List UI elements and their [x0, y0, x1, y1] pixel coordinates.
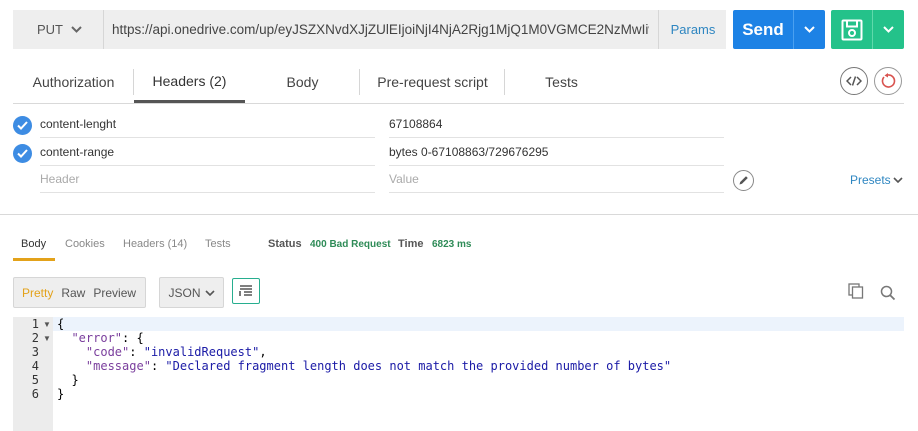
status-value: 400 Bad Request: [310, 239, 391, 250]
response-format-group: Pretty Raw Preview: [13, 277, 146, 308]
code-token: ,: [259, 345, 267, 359]
language-select[interactable]: JSON: [159, 277, 224, 308]
tab-headers[interactable]: Headers (2): [134, 61, 245, 103]
code-key: "message": [85, 359, 151, 373]
line-number: 6: [31, 387, 39, 401]
wrap-lines-button[interactable]: [232, 278, 260, 304]
presets-dropdown[interactable]: Presets: [850, 173, 903, 187]
active-line-highlight: [53, 317, 904, 331]
response-tab-body-indicator: [13, 258, 55, 261]
bulk-edit-button[interactable]: [733, 170, 754, 191]
line-number: 2: [31, 331, 39, 345]
chevron-down-icon: [883, 26, 894, 33]
format-preview-button[interactable]: Preview: [85, 286, 136, 300]
url-field[interactable]: https://api.onedrive.com/up/eyJSZXNvdXJj…: [103, 10, 726, 49]
code-line: "error": {: [57, 331, 144, 345]
params-button[interactable]: Params: [658, 10, 727, 49]
header-value-input[interactable]: 67108864: [389, 111, 724, 138]
code-line: {: [57, 317, 64, 331]
new-header-value-input[interactable]: Value: [389, 166, 724, 193]
fold-arrow-icon[interactable]: ▼: [43, 334, 51, 343]
reset-button[interactable]: [874, 67, 902, 95]
language-label: JSON: [168, 285, 201, 300]
time-label: Time: [398, 238, 424, 250]
line-number: 5: [31, 373, 39, 387]
method-select[interactable]: PUT: [13, 10, 103, 49]
section-divider: [0, 214, 918, 215]
response-tab-tests[interactable]: Tests: [205, 238, 231, 250]
code-key: "error": [71, 331, 123, 345]
check-icon: [17, 149, 28, 158]
tab-authorization[interactable]: Authorization: [13, 61, 134, 103]
header-value-input[interactable]: bytes 0-67108863/729676295: [389, 139, 724, 166]
tab-tests[interactable]: Tests: [505, 61, 618, 103]
generate-code-button[interactable]: [840, 67, 868, 95]
chevron-down-icon: [71, 26, 82, 33]
new-header-row: Header Value: [13, 166, 904, 194]
header-row: content-range bytes 0-67108863/729676295: [13, 139, 904, 167]
header-row: content-lenght 67108864: [13, 111, 904, 139]
check-icon: [17, 121, 28, 130]
tab-body[interactable]: Body: [245, 61, 360, 103]
format-raw-button[interactable]: Raw: [53, 286, 85, 300]
header-key-input[interactable]: content-range: [40, 139, 375, 166]
response-tab-headers[interactable]: Headers (14): [123, 238, 187, 250]
code-token: }: [57, 387, 65, 401]
code-string: "invalidRequest": [143, 345, 260, 359]
header-enabled-checkbox[interactable]: [13, 144, 32, 163]
code-line: "code": "invalidRequest",: [57, 345, 267, 359]
line-number: 3: [31, 345, 39, 359]
header-enabled-checkbox[interactable]: [13, 116, 32, 135]
method-label: PUT: [37, 22, 63, 37]
presets-label: Presets: [850, 173, 891, 187]
header-key-input[interactable]: content-lenght: [40, 111, 375, 138]
status-label: Status: [268, 238, 302, 250]
response-tab-body[interactable]: Body: [21, 238, 46, 250]
send-button[interactable]: Send: [733, 10, 825, 49]
code-token: {: [57, 317, 65, 331]
save-button[interactable]: [831, 10, 904, 49]
fold-arrow-icon[interactable]: ▼: [43, 320, 51, 329]
chevron-down-icon: [204, 289, 215, 296]
code-line: }: [57, 373, 79, 387]
code-token: :: [150, 359, 166, 373]
save-icon: [831, 10, 872, 49]
code-string: "Declared fragment length does not match…: [165, 359, 672, 373]
save-dropdown-button[interactable]: [872, 10, 904, 49]
code-token: }: [71, 373, 79, 387]
send-label: Send: [742, 19, 784, 39]
code-token: :: [129, 345, 144, 359]
pencil-icon: [739, 176, 748, 185]
chevron-down-icon: [804, 26, 815, 33]
chevron-down-icon: [893, 177, 903, 183]
url-input[interactable]: https://api.onedrive.com/up/eyJSZXNvdXJj…: [104, 22, 649, 37]
code-line: "message": "Declared fragment length doe…: [57, 359, 671, 373]
copy-icon[interactable]: [848, 283, 864, 304]
format-pretty-button[interactable]: Pretty: [14, 286, 53, 300]
send-dropdown-button[interactable]: [793, 10, 825, 49]
new-header-key-input[interactable]: Header: [40, 166, 375, 193]
code-icon: [846, 76, 862, 86]
request-tabs: Authorization Headers (2) Body Pre-reque…: [13, 61, 904, 104]
code-line: }: [57, 387, 64, 401]
reset-icon: [881, 73, 896, 88]
line-number: 1: [31, 317, 39, 331]
response-tab-cookies[interactable]: Cookies: [65, 238, 105, 250]
code-token: : {: [122, 331, 144, 345]
tab-prerequest-script[interactable]: Pre-request script: [360, 61, 505, 103]
wrap-lines-icon: [239, 285, 252, 296]
code-key: "code": [85, 345, 130, 359]
line-number: 4: [31, 359, 39, 373]
search-icon[interactable]: [880, 285, 896, 306]
time-value: 6823 ms: [432, 239, 472, 250]
